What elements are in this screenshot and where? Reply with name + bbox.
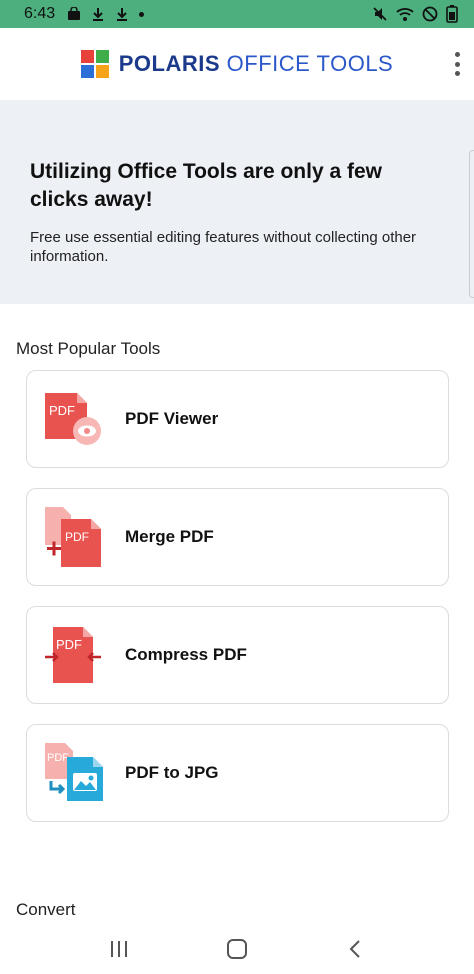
recent-apps-icon xyxy=(111,941,127,957)
brand-name-light: OFFICE TOOLS xyxy=(226,51,394,76)
hero-description: Free use essential editing features with… xyxy=(30,229,417,265)
home-button[interactable] xyxy=(217,929,257,969)
download-icon xyxy=(93,8,104,21)
svg-text:PDF: PDF xyxy=(49,403,75,418)
download-icon xyxy=(117,8,128,21)
more-notifications-dot xyxy=(139,11,145,17)
shopping-bag-icon xyxy=(68,7,81,20)
tool-card-pdf-viewer[interactable]: PDF PDF Viewer xyxy=(26,370,449,468)
app-header: POLARIS OFFICE TOOLS xyxy=(0,28,474,100)
back-icon xyxy=(349,940,360,958)
tool-label: Compress PDF xyxy=(125,645,247,664)
tool-label: PDF to JPG xyxy=(125,763,219,782)
svg-text:PDF: PDF xyxy=(47,752,69,764)
polaris-logo: POLARIS OFFICE TOOLS xyxy=(80,50,393,78)
home-icon xyxy=(227,939,247,959)
tool-card-compress-pdf[interactable]: PDF Compress PDF xyxy=(26,606,449,704)
back-button[interactable] xyxy=(335,929,375,969)
banner-carousel-edge xyxy=(469,150,474,298)
mute-icon xyxy=(373,7,387,21)
svg-text:PDF: PDF xyxy=(56,637,82,652)
section-title-convert: Convert xyxy=(16,900,76,919)
brand-name-bold: POLARIS xyxy=(118,51,221,76)
more-options-icon[interactable] xyxy=(454,52,460,76)
merge-pdf-icon: PDF xyxy=(45,507,101,567)
recent-apps-button[interactable] xyxy=(99,929,139,969)
svg-text:PDF: PDF xyxy=(65,530,89,544)
status-system-icons xyxy=(372,5,458,23)
tool-card-pdf-to-jpg[interactable]: PDF PDF to JPG xyxy=(26,724,449,822)
wifi-icon xyxy=(396,8,414,21)
tool-label: Merge PDF xyxy=(125,527,214,546)
tool-label: PDF Viewer xyxy=(125,409,219,428)
pdf-viewer-icon: PDF xyxy=(45,393,101,445)
status-time: 6:43 xyxy=(24,5,56,22)
system-navigation-bar xyxy=(0,924,474,974)
battery-icon xyxy=(446,5,458,23)
status-bar: 6:43 xyxy=(0,0,474,28)
status-notification-icons xyxy=(67,7,145,21)
hero-title: Utilizing Office Tools are only a few cl… xyxy=(30,160,382,211)
hero-banner: Utilizing Office Tools are only a few cl… xyxy=(0,100,474,304)
section-title-popular: Most Popular Tools xyxy=(16,339,161,358)
brand-name: POLARIS OFFICE TOOLS xyxy=(119,51,393,77)
polaris-logo-icon xyxy=(80,50,109,78)
pdf-to-jpg-icon: PDF xyxy=(45,743,103,801)
compress-pdf-icon: PDF xyxy=(45,627,101,683)
tool-card-merge-pdf[interactable]: PDF Merge PDF xyxy=(26,488,449,586)
no-sim-icon xyxy=(422,6,438,22)
